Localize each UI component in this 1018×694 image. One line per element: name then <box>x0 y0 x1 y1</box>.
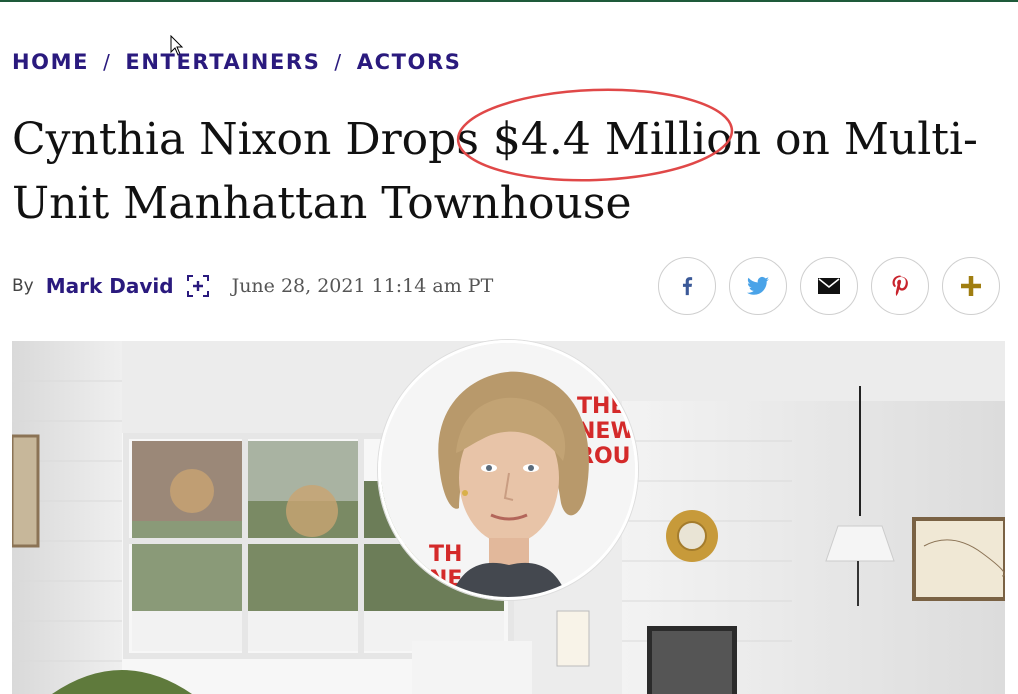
breadcrumb-home[interactable]: HOME <box>12 50 89 74</box>
portrait-image: THE NEW ROU TH NE <box>378 340 638 600</box>
facebook-icon <box>682 277 693 296</box>
plus-icon <box>961 276 981 296</box>
breadcrumb: HOME / ENTERTAINERS / ACTORS <box>12 48 462 76</box>
share-bar <box>658 257 1000 315</box>
breadcrumb-separator: / <box>103 50 112 74</box>
top-rule <box>0 0 1018 2</box>
svg-text:TH: TH <box>429 542 462 567</box>
breadcrumb-actors[interactable]: ACTORS <box>357 50 462 74</box>
byline: By Mark David June 28, 2021 11:14 am PT <box>12 268 493 304</box>
breadcrumb-entertainers[interactable]: ENTERTAINERS <box>125 50 320 74</box>
twitter-icon <box>747 276 769 295</box>
publish-date: June 28, 2021 11:14 am PT <box>231 275 494 297</box>
title-highlight: $4.4 Million <box>492 114 762 165</box>
article-title: Cynthia Nixon Drops $4.4 Million on Mult… <box>12 108 1002 236</box>
email-icon <box>818 278 840 294</box>
author-link[interactable]: Mark David <box>46 274 174 298</box>
share-twitter-button[interactable] <box>729 257 787 315</box>
title-part: Cynthia Nixon Drops <box>12 114 493 165</box>
pinterest-icon <box>892 275 908 296</box>
share-more-button[interactable] <box>942 257 1000 315</box>
follow-author-icon[interactable] <box>186 274 210 298</box>
by-label: By <box>12 276 34 296</box>
share-facebook-button[interactable] <box>658 257 716 315</box>
breadcrumb-separator: / <box>334 50 343 74</box>
cynthia-nixon-portrait: THE NEW ROU TH NE <box>381 343 635 597</box>
share-pinterest-button[interactable] <box>871 257 929 315</box>
share-email-button[interactable] <box>800 257 858 315</box>
